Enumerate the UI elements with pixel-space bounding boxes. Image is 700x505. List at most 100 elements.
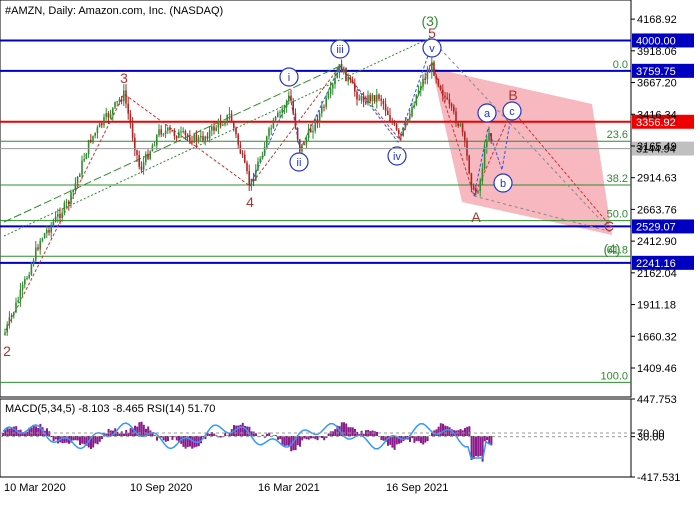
candle-body [164, 130, 167, 135]
fib-level-label: 100.0 [600, 370, 628, 382]
candle-body [87, 140, 90, 155]
candle-body [431, 62, 433, 72]
indicator-tick-label: 447.753 [637, 394, 677, 406]
y-tick-label: 1660.32 [637, 331, 677, 343]
candle-body [400, 134, 402, 136]
candle-body [26, 277, 28, 280]
wave-label: b [500, 178, 506, 190]
candle-body [270, 128, 272, 130]
candle-body [373, 95, 376, 102]
candle-body [202, 135, 204, 141]
wave-label: B [508, 87, 517, 103]
candle-body [490, 133, 492, 142]
wave-label: c [509, 106, 515, 118]
candle-body [197, 137, 200, 142]
candle-body [37, 247, 39, 250]
candle-body [131, 123, 134, 138]
candle-body [376, 94, 378, 102]
candle-body [272, 120, 275, 129]
candle-body [208, 130, 211, 139]
candle-body [138, 155, 140, 167]
candle-body [118, 99, 121, 102]
candle-body [186, 134, 189, 137]
candle-body [351, 79, 354, 84]
candle-body [239, 144, 242, 154]
candle-body [32, 260, 35, 265]
indicator-tick-label: 30.00 [637, 432, 665, 444]
price-chart: 0.023.638.250.061.8100.0 4000.003759.753… [0, 0, 694, 494]
candle-body [369, 95, 371, 101]
candle-body [340, 64, 343, 73]
wave-label: 4 [246, 194, 254, 210]
wave-label: ii [297, 157, 302, 169]
candle-body [404, 121, 407, 128]
candle-body [206, 136, 209, 139]
candle-body [248, 171, 250, 185]
candle-body [123, 90, 125, 102]
candle-body [292, 101, 294, 114]
candle-body [61, 212, 63, 219]
candle-body [448, 99, 451, 104]
candle-body [57, 213, 59, 217]
candle-body [246, 162, 248, 172]
y-tick-label: 4168.92 [637, 14, 677, 26]
x-tick-label: 16 Mar 2021 [258, 482, 320, 494]
candle-body [85, 154, 88, 160]
candle-body [30, 264, 33, 275]
candle-body [136, 150, 138, 156]
candle-body [224, 123, 226, 125]
candle-body [380, 98, 382, 101]
candle-body [402, 127, 404, 136]
wave-label: C [604, 218, 614, 234]
candle-body [105, 113, 107, 118]
candle-body [92, 135, 94, 143]
candle-body [200, 135, 202, 138]
candle-body [459, 123, 462, 126]
candle-body [109, 114, 112, 118]
candle-body [356, 91, 358, 100]
y-tick-label: 1911.18 [637, 300, 676, 312]
candle-body [468, 156, 470, 174]
candle-body [360, 96, 363, 101]
candle-body [314, 119, 316, 131]
candle-body [455, 111, 457, 124]
candle-body [43, 233, 46, 239]
candle-body [305, 138, 308, 145]
candle-body [283, 107, 286, 109]
candle-body [10, 315, 13, 318]
candle-body [169, 127, 171, 131]
candle-body [488, 133, 490, 141]
candle-body [334, 77, 336, 85]
candle-body [153, 145, 156, 147]
indicator-label: MACD(5,34,5) -8.103 -8.465 RSI(14) 51.70 [5, 403, 215, 415]
chart-title: #AMZN, Daily: Amazon.com, Inc. (NASDAQ) [5, 5, 223, 17]
candle-body [461, 123, 464, 133]
candle-body [13, 312, 15, 316]
x-tick-label: 10 Sep 2020 [130, 482, 192, 494]
candle-body [290, 95, 292, 102]
candle-body [140, 166, 143, 170]
candle-body [266, 136, 268, 147]
candle-body [127, 103, 129, 114]
candle-body [479, 180, 481, 191]
candle-body [149, 151, 151, 159]
candle-body [464, 132, 466, 141]
indicator-tick-label: -417.531 [637, 472, 680, 484]
candle-body [382, 100, 385, 105]
candle-body [261, 155, 264, 159]
wave-label: 3 [120, 70, 128, 86]
wave-label: 2 [3, 343, 11, 359]
candle-body [316, 119, 319, 123]
candle-body [415, 94, 418, 106]
candle-body [483, 146, 486, 169]
candle-body [6, 324, 8, 333]
candle-body [321, 106, 323, 114]
candle-body [230, 113, 233, 122]
candle-body [450, 103, 453, 107]
candle-body [65, 201, 68, 203]
candle-body [477, 190, 479, 193]
wave-label: i [288, 72, 290, 84]
candle-body [21, 284, 24, 290]
candle-body [129, 113, 132, 124]
candle-body [345, 67, 347, 82]
